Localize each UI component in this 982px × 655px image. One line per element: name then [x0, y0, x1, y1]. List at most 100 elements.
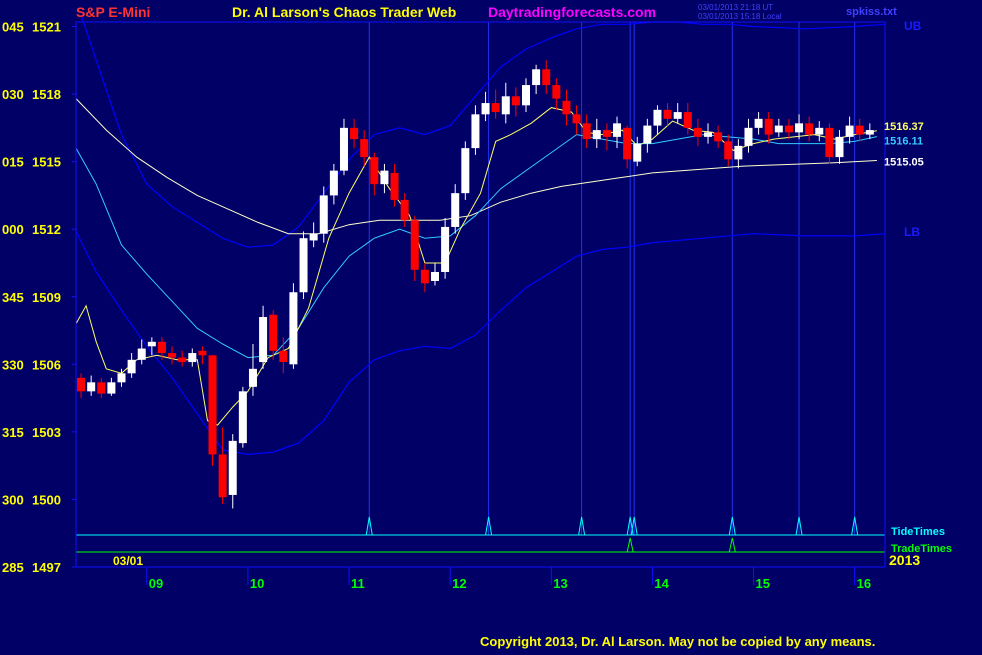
- candle-body: [400, 199, 409, 221]
- candle-body: [501, 96, 510, 115]
- candle-body: [420, 269, 429, 284]
- candle-body: [461, 148, 470, 194]
- candle-body: [208, 355, 217, 455]
- down-candle: [168, 346, 177, 365]
- chart-title: Dr. Al Larson's Chaos Trader Web: [232, 4, 456, 20]
- candle-body: [602, 130, 611, 137]
- y-tick-price-label: 1506: [32, 357, 61, 372]
- plot-frame: [75, 21, 886, 568]
- down-candle: [552, 78, 561, 110]
- down-candle: [157, 337, 166, 360]
- candle-body: [451, 193, 460, 227]
- candle-body: [825, 127, 834, 158]
- down-candle: [714, 125, 723, 149]
- mid-average-line: [75, 134, 878, 359]
- x-tick-label: 16: [857, 576, 871, 591]
- up-candle: [117, 368, 126, 387]
- candle-body: [147, 341, 156, 347]
- candle-body: [87, 382, 96, 392]
- candle-body: [754, 118, 763, 128]
- up-candle: [795, 114, 804, 140]
- candle-body: [643, 125, 652, 144]
- y-tick-price-label: 1518: [32, 87, 61, 102]
- y-tick-price-label: 1497: [32, 560, 61, 575]
- candle-body: [511, 96, 520, 106]
- trade-time-spike: [626, 537, 634, 553]
- down-candle: [410, 215, 419, 281]
- candle-body: [319, 195, 328, 234]
- up-candle: [845, 116, 854, 144]
- upper-band-line: [80, 15, 886, 248]
- chart-root: 1516.37 1516.11 1515.05 045 1521 030 1518 015 15…: [0, 0, 982, 650]
- candle-body: [683, 112, 692, 128]
- trade-time-spike: [728, 537, 736, 553]
- candle-body: [522, 85, 531, 106]
- candle-body: [865, 130, 874, 135]
- x-tick-label: 11: [351, 576, 365, 591]
- up-candle: [461, 141, 470, 200]
- down-candle: [390, 163, 399, 207]
- candle-body: [582, 123, 591, 140]
- down-candle: [805, 116, 814, 142]
- x-tick-label: 13: [553, 576, 567, 591]
- down-candle: [97, 377, 106, 399]
- up-candle: [592, 118, 601, 149]
- candle-body: [562, 100, 571, 115]
- last-price-label: 1516.37: [884, 121, 924, 133]
- up-candle: [815, 121, 824, 142]
- y-tick-price-label: 1515: [32, 155, 61, 170]
- candle-body: [764, 118, 773, 135]
- candle-body: [552, 85, 561, 99]
- down-candle: [208, 355, 217, 466]
- candle-body: [481, 103, 490, 115]
- y-tick-price-label: 1503: [32, 425, 61, 440]
- candle-body: [633, 143, 642, 162]
- up-candle: [744, 118, 753, 153]
- up-candle: [289, 283, 298, 369]
- candle-body: [188, 353, 197, 363]
- candle-body: [693, 127, 702, 137]
- lower-band-label: LB: [904, 225, 920, 239]
- candle-body: [815, 127, 824, 135]
- up-candle: [309, 222, 318, 248]
- down-candle: [582, 114, 591, 149]
- candle-body: [360, 139, 369, 158]
- candle-body: [228, 440, 237, 495]
- up-candle: [329, 163, 338, 205]
- down-candle: [784, 118, 793, 140]
- candle-body: [784, 125, 793, 133]
- up-candle: [774, 118, 783, 137]
- candle-body: [430, 271, 439, 281]
- candle-body: [744, 127, 753, 146]
- x-tick-label: 14: [654, 576, 669, 591]
- candle-body: [117, 373, 126, 383]
- down-candle: [764, 112, 773, 144]
- candle-body: [845, 125, 854, 137]
- down-candle: [198, 346, 207, 365]
- y-tick-angle-label: 330: [2, 357, 24, 372]
- candle-body: [653, 109, 662, 126]
- candle-body: [714, 132, 723, 142]
- candle-body: [299, 238, 308, 293]
- x-tick-label: 12: [452, 576, 466, 591]
- up-candle: [754, 112, 763, 135]
- site-link[interactable]: Daytradingforecasts.com: [488, 4, 656, 20]
- time-rows: [76, 516, 885, 553]
- chart-svg: 1516.37 1516.11 1515.05 045 1521 030 1518 015 15…: [2, 3, 952, 649]
- tide-times-label: TideTimes: [891, 526, 945, 538]
- x-tick-label: 15: [756, 576, 770, 591]
- up-candle: [734, 139, 743, 169]
- candle-body: [774, 125, 783, 133]
- down-candle: [511, 87, 520, 117]
- up-candle: [471, 105, 480, 155]
- down-candle: [683, 103, 692, 135]
- up-candle: [704, 123, 713, 144]
- source-filename: spkiss.txt: [846, 6, 897, 18]
- up-candle: [188, 348, 197, 367]
- candle-body: [532, 69, 541, 86]
- band-lines: [75, 15, 886, 456]
- up-candle: [380, 163, 389, 194]
- x-tick-label: 09: [149, 576, 163, 591]
- fast-average-line: [75, 107, 877, 426]
- y-tick-price-label: 1500: [32, 492, 61, 507]
